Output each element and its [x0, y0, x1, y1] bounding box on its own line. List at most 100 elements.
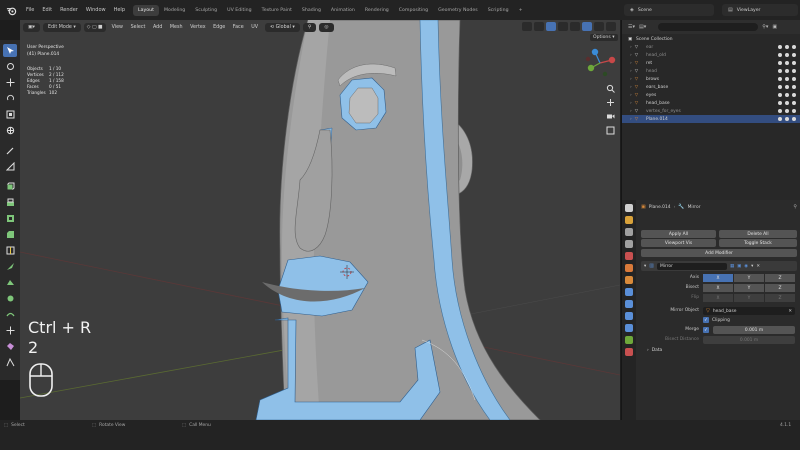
- menu-add[interactable]: Add: [150, 25, 165, 30]
- scene-tab-icon[interactable]: [625, 252, 633, 260]
- selectable-icon[interactable]: [778, 101, 782, 105]
- merge-distance-field[interactable]: 0.001 m: [713, 326, 795, 334]
- blender-logo-icon[interactable]: [4, 3, 18, 17]
- camera-icon[interactable]: [792, 77, 796, 81]
- camera-icon[interactable]: [792, 85, 796, 89]
- outliner-item[interactable]: › ▽ head_base: [622, 99, 800, 107]
- output-tab-icon[interactable]: [625, 228, 633, 236]
- outliner-root[interactable]: ▣ Scene Collection: [622, 35, 800, 43]
- edit-mode-toggle-icon[interactable]: ▦: [730, 264, 734, 269]
- object-tab-icon[interactable]: [625, 276, 633, 284]
- gizmo-toggle-icon[interactable]: [534, 22, 544, 31]
- eye-icon[interactable]: [785, 117, 789, 121]
- modifier-tab-icon[interactable]: [625, 288, 633, 296]
- zoom-view-icon[interactable]: [604, 82, 616, 94]
- data-subpanel-header[interactable]: › Data: [647, 348, 662, 353]
- outliner-item[interactable]: › ▽ vertex_for_eyes: [622, 107, 800, 115]
- menu-view[interactable]: View: [109, 25, 126, 30]
- solid-shading-icon[interactable]: [582, 22, 592, 31]
- selectable-icon[interactable]: [778, 93, 782, 97]
- collapse-icon[interactable]: ▾: [644, 264, 646, 269]
- select-box-tool-icon[interactable]: [3, 44, 17, 57]
- camera-icon[interactable]: [792, 61, 796, 65]
- viewport-vis-button[interactable]: Viewport Vis: [641, 239, 716, 247]
- tab-scripting[interactable]: Scripting: [483, 5, 514, 16]
- physics-tab-icon[interactable]: [625, 312, 633, 320]
- eye-icon[interactable]: [785, 69, 789, 73]
- toggle-stack-button[interactable]: Toggle Stack: [719, 239, 797, 247]
- options-dropdown[interactable]: Options ▾: [590, 34, 618, 41]
- navigation-gizmo[interactable]: [583, 46, 617, 80]
- tab-rendering[interactable]: Rendering: [360, 5, 394, 16]
- selectable-icon[interactable]: [778, 53, 782, 57]
- modifier-dropdown-icon[interactable]: ▾: [751, 264, 753, 269]
- tab-shading[interactable]: Shading: [297, 5, 326, 16]
- eye-icon[interactable]: [785, 61, 789, 65]
- outliner-search-input[interactable]: [658, 23, 759, 31]
- proportional-edit-toggle[interactable]: ◎: [319, 22, 334, 32]
- outliner-item[interactable]: › ▽ brows: [622, 75, 800, 83]
- expand-arrow-icon[interactable]: ›: [630, 101, 632, 106]
- annotate-tool-icon[interactable]: [3, 144, 17, 157]
- apply-all-button[interactable]: Apply All: [641, 230, 716, 238]
- camera-icon[interactable]: [792, 93, 796, 97]
- selectable-icon[interactable]: [778, 69, 782, 73]
- measure-tool-icon[interactable]: [3, 160, 17, 173]
- camera-icon[interactable]: [792, 109, 796, 113]
- bisect-z-toggle[interactable]: Z: [765, 284, 795, 292]
- eye-icon[interactable]: [785, 53, 789, 57]
- merge-checkbox[interactable]: ✓: [703, 327, 709, 333]
- shear-tool-icon[interactable]: [3, 324, 17, 337]
- outliner-item[interactable]: › ▽ ret: [622, 59, 800, 67]
- view-layer-selector[interactable]: ▤ ViewLayer: [722, 4, 798, 16]
- rip-tool-icon[interactable]: [3, 356, 17, 369]
- world-tab-icon[interactable]: [625, 264, 633, 272]
- eye-icon[interactable]: [785, 93, 789, 97]
- transform-tool-icon[interactable]: [3, 124, 17, 137]
- menu-window[interactable]: Window: [82, 7, 110, 13]
- outliner-item[interactable]: › ▽ ear: [622, 43, 800, 51]
- menu-mesh[interactable]: Mesh: [167, 25, 186, 30]
- viewport-scene[interactable]: [20, 20, 620, 420]
- selectable-icon[interactable]: [778, 117, 782, 121]
- expand-arrow-icon[interactable]: ›: [630, 85, 632, 90]
- flip-z-toggle[interactable]: Z: [765, 294, 795, 302]
- bisect-x-toggle[interactable]: X: [703, 284, 733, 292]
- outliner-item[interactable]: › ▽ Plane.014: [622, 115, 800, 123]
- camera-icon[interactable]: [792, 117, 796, 121]
- shrink-fatten-tool-icon[interactable]: [3, 340, 17, 353]
- visibility-icon[interactable]: [522, 22, 532, 31]
- eye-icon[interactable]: [785, 109, 789, 113]
- outliner-item[interactable]: › ▽ eyes: [622, 91, 800, 99]
- loop-cut-tool-icon[interactable]: [3, 244, 17, 257]
- tab-compositing[interactable]: Compositing: [394, 5, 433, 16]
- axis-x-toggle[interactable]: X: [703, 274, 733, 282]
- knife-tool-icon[interactable]: [3, 260, 17, 273]
- tab-uv-editing[interactable]: UV Editing: [222, 5, 256, 16]
- selectable-icon[interactable]: [778, 77, 782, 81]
- view-layer-tab-icon[interactable]: [625, 240, 633, 248]
- eye-icon[interactable]: [785, 45, 789, 49]
- clear-field-icon[interactable]: ✕: [788, 309, 792, 314]
- render-toggle-icon[interactable]: ◉: [744, 264, 748, 269]
- delete-all-button[interactable]: Delete All: [719, 230, 797, 238]
- outliner-item[interactable]: › ▽ head_old: [622, 51, 800, 59]
- data-tab-icon[interactable]: [625, 336, 633, 344]
- move-tool-icon[interactable]: [3, 76, 17, 89]
- select-mode-buttons[interactable]: ◇ ▢ ■: [83, 22, 106, 32]
- menu-select[interactable]: Select: [128, 25, 149, 30]
- poly-build-tool-icon[interactable]: [3, 276, 17, 289]
- tab-geometry-nodes[interactable]: Geometry Nodes: [433, 5, 483, 16]
- menu-render[interactable]: Render: [56, 7, 82, 13]
- eye-icon[interactable]: [785, 77, 789, 81]
- material-shading-icon[interactable]: [594, 22, 604, 31]
- axis-z-toggle[interactable]: Z: [765, 274, 795, 282]
- filter-icon[interactable]: ⚲▾: [762, 24, 768, 30]
- menu-face[interactable]: Face: [230, 25, 247, 30]
- snap-toggle[interactable]: ⚲: [302, 22, 317, 32]
- scene-selector[interactable]: ◈ Scene: [624, 4, 714, 16]
- extrude-tool-icon[interactable]: [3, 196, 17, 209]
- expand-arrow-icon[interactable]: ›: [630, 93, 632, 98]
- selectable-icon[interactable]: [778, 61, 782, 65]
- perspective-toggle-icon[interactable]: [604, 124, 616, 136]
